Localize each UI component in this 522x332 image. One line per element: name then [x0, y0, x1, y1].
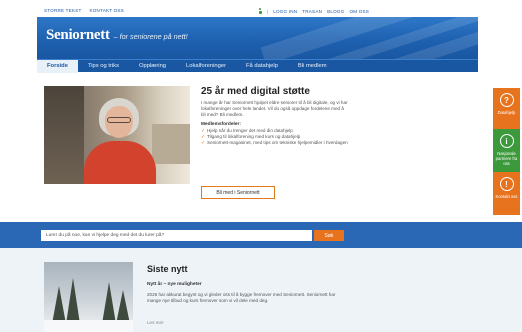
- exclamation-icon: !: [499, 177, 514, 191]
- logo-name: Seniornett: [46, 27, 110, 43]
- hero-text: 25 år med digital støtte I mange år har …: [201, 86, 349, 146]
- photo-tree: [66, 278, 80, 324]
- photo-shelf: [152, 124, 190, 164]
- photo-tree: [102, 282, 116, 324]
- tab-lokalforeninger[interactable]: Lokalforeninger: [176, 60, 236, 73]
- photo-tree: [52, 286, 66, 324]
- top-left-links: STORRE TEKST KONTAKT OSS: [44, 8, 124, 13]
- contact-link[interactable]: KONTAKT OSS: [89, 8, 123, 13]
- tab-datahjelp[interactable]: Få datahjelp: [236, 60, 288, 73]
- page: STORRE TEKST KONTAKT OSS | LOGG INN TRAS…: [0, 0, 522, 332]
- check-icon: ✓: [201, 139, 206, 146]
- site-logo[interactable]: Seniornett – for seniorene på nett!: [46, 27, 188, 44]
- benefits-heading: Medlemsfordeler:: [201, 121, 241, 127]
- search-button[interactable]: Søk: [314, 230, 344, 241]
- side-partners-box[interactable]: i Nasjonale partnere fra oss: [493, 129, 520, 172]
- join-button[interactable]: Bli med i Seniornett: [201, 186, 275, 199]
- news-item-body: 2025 har akkurat begynt og vi gleder oss…: [147, 292, 336, 304]
- side-box-label: Kontakt oss: [495, 194, 518, 199]
- benefits-list: ✓ Hjelp når du trenger det med din datahj…: [201, 128, 349, 146]
- side-datahjelp-box[interactable]: ? Datahjelp: [493, 88, 520, 131]
- tab-bli-medlem[interactable]: Bli medlem: [288, 60, 337, 73]
- login-link[interactable]: LOGG INN: [273, 9, 297, 14]
- read-more-link[interactable]: Les mer: [147, 320, 164, 325]
- search-input[interactable]: Lurer du på noe, kan vi hjelpe deg med d…: [41, 230, 312, 241]
- photo-background: [44, 86, 84, 184]
- side-box-label: Nasjonale partnere fra oss: [495, 151, 518, 166]
- top-utility-bar: STORRE TEKST KONTAKT OSS | LOGG INN TRAS…: [0, 0, 522, 17]
- hero-title: 25 år med digital støtte: [201, 86, 310, 97]
- trasan-link[interactable]: TRASAN: [302, 9, 322, 14]
- news-heading: Siste nytt: [147, 264, 188, 274]
- tab-opplaering[interactable]: Opplæring: [129, 60, 176, 73]
- side-contact-box[interactable]: ! Kontakt oss: [493, 172, 520, 215]
- hero-photo: [44, 86, 190, 184]
- photo-sweater: [84, 141, 156, 184]
- photo-glasses: [107, 117, 131, 123]
- photo-snow: [44, 320, 133, 332]
- news-item-title[interactable]: Nytt år – nye muligheter: [147, 282, 202, 287]
- news-photo: [44, 262, 133, 332]
- question-icon: ?: [499, 93, 514, 107]
- header-banner: Seniornett – for seniorene på nett!: [37, 17, 478, 59]
- separator: |: [267, 8, 269, 14]
- about-link[interactable]: OM OSS: [349, 9, 369, 14]
- logo-tagline: – for seniorene på nett!: [113, 32, 188, 41]
- tab-tips[interactable]: Tips og triks: [78, 60, 129, 73]
- side-box-label: Datahjelp: [497, 110, 516, 115]
- info-icon: i: [499, 134, 514, 148]
- larger-text-link[interactable]: STORRE TEKST: [44, 8, 81, 13]
- tab-forside[interactable]: Forside: [37, 59, 78, 73]
- person-icon: [258, 8, 262, 14]
- main-nav: Forside Tips og triks Opplæring Lokalfor…: [37, 59, 478, 73]
- hero-intro: I mange år har Seniornett hjulpet eldre …: [201, 100, 348, 118]
- top-right-links: | LOGG INN TRASAN BLOGG OM OSS: [258, 8, 369, 14]
- benefit-item: ✓ Seniornett-magasinet, med tips om tekni…: [201, 139, 348, 146]
- blog-link[interactable]: BLOGG: [327, 9, 344, 14]
- photo-tree: [116, 290, 130, 324]
